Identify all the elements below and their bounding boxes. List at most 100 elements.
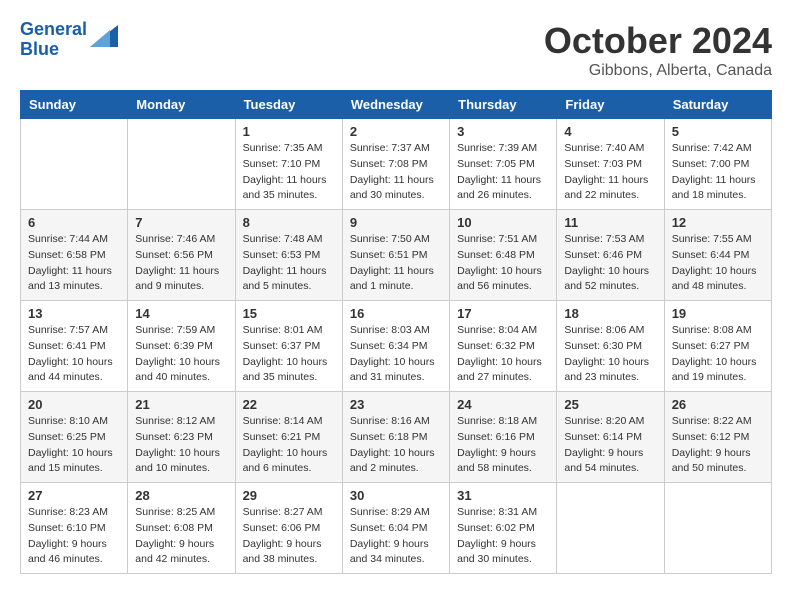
day-info: Sunrise: 7:57 AM Sunset: 6:41 PM Dayligh… [28, 323, 120, 386]
day-number: 23 [350, 397, 442, 412]
day-info: Sunrise: 7:55 AM Sunset: 6:44 PM Dayligh… [672, 232, 764, 295]
day-number: 2 [350, 124, 442, 139]
day-info: Sunrise: 7:44 AM Sunset: 6:58 PM Dayligh… [28, 232, 120, 295]
day-info: Sunrise: 7:42 AM Sunset: 7:00 PM Dayligh… [672, 141, 764, 204]
month-title: October 2024 [544, 20, 772, 62]
calendar-header-row: SundayMondayTuesdayWednesdayThursdayFrid… [21, 91, 772, 119]
logo-text: GeneralBlue [20, 20, 87, 60]
day-number: 8 [243, 215, 335, 230]
calendar-cell: 11 Sunrise: 7:53 AM Sunset: 6:46 PM Dayli… [557, 210, 664, 301]
day-info: Sunrise: 8:16 AM Sunset: 6:18 PM Dayligh… [350, 414, 442, 477]
location-title: Gibbons, Alberta, Canada [544, 62, 772, 80]
day-number: 3 [457, 124, 549, 139]
calendar-cell: 3 Sunrise: 7:39 AM Sunset: 7:05 PM Daylig… [450, 119, 557, 210]
calendar-cell: 19 Sunrise: 8:08 AM Sunset: 6:27 PM Dayli… [664, 301, 771, 392]
day-header-tuesday: Tuesday [235, 91, 342, 119]
calendar-cell: 27 Sunrise: 8:23 AM Sunset: 6:10 PM Dayli… [21, 483, 128, 574]
calendar-cell: 2 Sunrise: 7:37 AM Sunset: 7:08 PM Daylig… [342, 119, 449, 210]
calendar-week-row: 13 Sunrise: 7:57 AM Sunset: 6:41 PM Dayli… [21, 301, 772, 392]
day-number: 7 [135, 215, 227, 230]
calendar-week-row: 27 Sunrise: 8:23 AM Sunset: 6:10 PM Dayli… [21, 483, 772, 574]
day-info: Sunrise: 8:10 AM Sunset: 6:25 PM Dayligh… [28, 414, 120, 477]
day-header-saturday: Saturday [664, 91, 771, 119]
day-info: Sunrise: 7:37 AM Sunset: 7:08 PM Dayligh… [350, 141, 442, 204]
calendar-cell: 18 Sunrise: 8:06 AM Sunset: 6:30 PM Dayli… [557, 301, 664, 392]
calendar-cell: 1 Sunrise: 7:35 AM Sunset: 7:10 PM Daylig… [235, 119, 342, 210]
day-info: Sunrise: 7:51 AM Sunset: 6:48 PM Dayligh… [457, 232, 549, 295]
day-number: 15 [243, 306, 335, 321]
day-info: Sunrise: 8:20 AM Sunset: 6:14 PM Dayligh… [564, 414, 656, 477]
calendar-cell: 23 Sunrise: 8:16 AM Sunset: 6:18 PM Dayli… [342, 392, 449, 483]
day-info: Sunrise: 7:48 AM Sunset: 6:53 PM Dayligh… [243, 232, 335, 295]
day-number: 31 [457, 488, 549, 503]
day-info: Sunrise: 8:14 AM Sunset: 6:21 PM Dayligh… [243, 414, 335, 477]
day-info: Sunrise: 8:08 AM Sunset: 6:27 PM Dayligh… [672, 323, 764, 386]
day-header-friday: Friday [557, 91, 664, 119]
calendar-cell: 5 Sunrise: 7:42 AM Sunset: 7:00 PM Daylig… [664, 119, 771, 210]
day-info: Sunrise: 8:04 AM Sunset: 6:32 PM Dayligh… [457, 323, 549, 386]
calendar: SundayMondayTuesdayWednesdayThursdayFrid… [20, 90, 772, 574]
day-number: 11 [564, 215, 656, 230]
day-number: 25 [564, 397, 656, 412]
calendar-cell: 25 Sunrise: 8:20 AM Sunset: 6:14 PM Dayli… [557, 392, 664, 483]
calendar-cell: 6 Sunrise: 7:44 AM Sunset: 6:58 PM Daylig… [21, 210, 128, 301]
day-info: Sunrise: 8:25 AM Sunset: 6:08 PM Dayligh… [135, 505, 227, 568]
calendar-cell: 17 Sunrise: 8:04 AM Sunset: 6:32 PM Dayli… [450, 301, 557, 392]
calendar-week-row: 20Sunrise: 8:10 AM Sunset: 6:25 PM Dayli… [21, 392, 772, 483]
day-info: Sunrise: 8:27 AM Sunset: 6:06 PM Dayligh… [243, 505, 335, 568]
day-info: Sunrise: 8:12 AM Sunset: 6:23 PM Dayligh… [135, 414, 227, 477]
calendar-cell: 31 Sunrise: 8:31 AM Sunset: 6:02 PM Dayli… [450, 483, 557, 574]
logo-icon [90, 25, 118, 47]
day-number: 29 [243, 488, 335, 503]
day-info: Sunrise: 7:40 AM Sunset: 7:03 PM Dayligh… [564, 141, 656, 204]
calendar-cell: 21 Sunrise: 8:12 AM Sunset: 6:23 PM Dayli… [128, 392, 235, 483]
calendar-cell [664, 483, 771, 574]
day-number: 18 [564, 306, 656, 321]
day-info: Sunrise: 7:53 AM Sunset: 6:46 PM Dayligh… [564, 232, 656, 295]
day-info: Sunrise: 8:22 AM Sunset: 6:12 PM Dayligh… [672, 414, 764, 477]
day-header-thursday: Thursday [450, 91, 557, 119]
calendar-cell: 20Sunrise: 8:10 AM Sunset: 6:25 PM Dayli… [21, 392, 128, 483]
day-number: 27 [28, 488, 120, 503]
logo: GeneralBlue [20, 20, 118, 60]
day-number: 4 [564, 124, 656, 139]
day-info: Sunrise: 7:50 AM Sunset: 6:51 PM Dayligh… [350, 232, 442, 295]
day-number: 13 [28, 306, 120, 321]
calendar-cell: 15Sunrise: 8:01 AM Sunset: 6:37 PM Dayli… [235, 301, 342, 392]
day-info: Sunrise: 8:29 AM Sunset: 6:04 PM Dayligh… [350, 505, 442, 568]
day-info: Sunrise: 7:35 AM Sunset: 7:10 PM Dayligh… [243, 141, 335, 204]
day-number: 30 [350, 488, 442, 503]
day-number: 1 [243, 124, 335, 139]
day-number: 16 [350, 306, 442, 321]
calendar-cell: 14Sunrise: 7:59 AM Sunset: 6:39 PM Dayli… [128, 301, 235, 392]
day-number: 17 [457, 306, 549, 321]
calendar-cell: 9Sunrise: 7:50 AM Sunset: 6:51 PM Daylig… [342, 210, 449, 301]
day-info: Sunrise: 7:59 AM Sunset: 6:39 PM Dayligh… [135, 323, 227, 386]
day-header-sunday: Sunday [21, 91, 128, 119]
day-number: 19 [672, 306, 764, 321]
day-info: Sunrise: 8:23 AM Sunset: 6:10 PM Dayligh… [28, 505, 120, 568]
day-info: Sunrise: 8:06 AM Sunset: 6:30 PM Dayligh… [564, 323, 656, 386]
calendar-cell: 29 Sunrise: 8:27 AM Sunset: 6:06 PM Dayli… [235, 483, 342, 574]
calendar-cell: 8 Sunrise: 7:48 AM Sunset: 6:53 PM Daylig… [235, 210, 342, 301]
calendar-cell: 12 Sunrise: 7:55 AM Sunset: 6:44 PM Dayli… [664, 210, 771, 301]
calendar-cell: 16 Sunrise: 8:03 AM Sunset: 6:34 PM Dayli… [342, 301, 449, 392]
calendar-cell [21, 119, 128, 210]
day-info: Sunrise: 7:39 AM Sunset: 7:05 PM Dayligh… [457, 141, 549, 204]
day-info: Sunrise: 8:18 AM Sunset: 6:16 PM Dayligh… [457, 414, 549, 477]
title-section: October 2024 Gibbons, Alberta, Canada [544, 20, 772, 80]
day-number: 5 [672, 124, 764, 139]
calendar-cell [557, 483, 664, 574]
day-number: 21 [135, 397, 227, 412]
calendar-cell: 13 Sunrise: 7:57 AM Sunset: 6:41 PM Dayli… [21, 301, 128, 392]
day-info: Sunrise: 8:03 AM Sunset: 6:34 PM Dayligh… [350, 323, 442, 386]
day-number: 22 [243, 397, 335, 412]
calendar-cell: 28 Sunrise: 8:25 AM Sunset: 6:08 PM Dayli… [128, 483, 235, 574]
day-number: 28 [135, 488, 227, 503]
calendar-cell: 26Sunrise: 8:22 AM Sunset: 6:12 PM Dayli… [664, 392, 771, 483]
day-number: 6 [28, 215, 120, 230]
day-info: Sunrise: 8:31 AM Sunset: 6:02 PM Dayligh… [457, 505, 549, 568]
calendar-cell [128, 119, 235, 210]
day-number: 12 [672, 215, 764, 230]
calendar-cell: 10Sunrise: 7:51 AM Sunset: 6:48 PM Dayli… [450, 210, 557, 301]
